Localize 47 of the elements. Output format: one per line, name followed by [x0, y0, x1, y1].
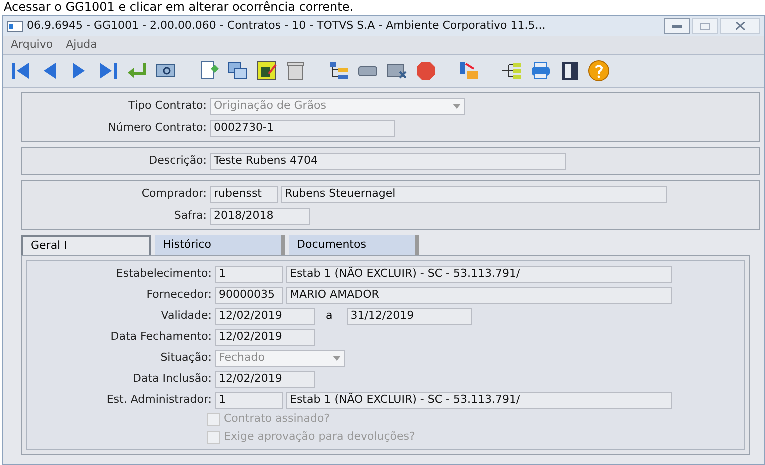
menu-item[interactable]: Arquivo	[11, 36, 54, 54]
text-field[interactable]: 1	[215, 392, 283, 408]
field-label: Data Inclusão:	[132, 370, 212, 387]
text-field[interactable]: rubensst	[210, 186, 278, 202]
app-icon	[7, 20, 23, 32]
text-field[interactable]: 31/12/2019	[346, 308, 472, 324]
text-field[interactable]: 2018/2018	[210, 208, 310, 224]
text-field[interactable]: 90000035	[215, 286, 283, 304]
checkbox-label: Exige aprovação para devoluções?	[224, 429, 416, 446]
maximize-button[interactable]	[692, 18, 718, 34]
text-field[interactable]: 12/02/2019	[215, 308, 315, 324]
close-button[interactable]	[720, 18, 760, 34]
field-label: Tipo Contrato:	[128, 98, 207, 114]
checkbox-label: Contrato assinado?	[224, 411, 330, 428]
dropdown-caret-icon	[453, 104, 461, 108]
dropdown-caret-icon	[333, 356, 341, 360]
field-label: Validade:	[160, 308, 212, 324]
text-field[interactable]: 12/02/2019	[215, 370, 315, 388]
field-label: Fornecedor:	[146, 286, 212, 303]
field-label: Data Fechamento:	[110, 328, 212, 345]
tab[interactable]: Geral I	[21, 235, 151, 255]
field-label: Situação:	[160, 350, 212, 366]
field-label: Número Contrato:	[107, 120, 207, 136]
text-field[interactable]: 0002730-1	[210, 120, 395, 136]
field-label: Est. Administrador:	[106, 392, 212, 408]
instruction-text: Acessar o GG1001 e clicar em alterar ocorrência corrente.	[3, 0, 355, 14]
field-label: Descrição:	[148, 152, 207, 169]
field-label: Safra:	[173, 208, 207, 224]
range-separator: a	[326, 308, 333, 324]
field-label: Comprador:	[140, 186, 207, 202]
close-icon	[736, 22, 744, 30]
tab[interactable]: Histórico	[155, 235, 285, 255]
stop-icon[interactable]	[414, 59, 438, 83]
minimize-button[interactable]	[664, 18, 690, 34]
menu-item[interactable]: Ajuda	[66, 36, 98, 54]
text-field[interactable]: 12/02/2019	[215, 328, 315, 346]
text-field[interactable]: Teste Rubens 4704	[210, 152, 566, 170]
text-field[interactable]: Estab 1 (NÃO EXCLUIR) - SC - 53.113.791/	[286, 392, 672, 408]
text-field[interactable]: 1	[215, 266, 283, 282]
text-field[interactable]: Rubens Steuernagel	[281, 186, 667, 202]
field-label: Estabelecimento:	[115, 266, 212, 282]
tab[interactable]: Documentos	[289, 235, 419, 255]
text-field[interactable]: MARIO AMADOR	[286, 286, 672, 304]
edit-document-icon[interactable]	[255, 59, 279, 83]
text-field[interactable]: Estab 1 (NÃO EXCLUIR) - SC - 53.113.791/	[286, 266, 672, 282]
help-icon[interactable]	[587, 59, 611, 83]
window-title: 06.9.6945 - GG1001 - 2.00.00.060 - Contratos - 10 - TOTVS S.A - Ambiente Corporativo 11.5...	[27, 18, 547, 34]
